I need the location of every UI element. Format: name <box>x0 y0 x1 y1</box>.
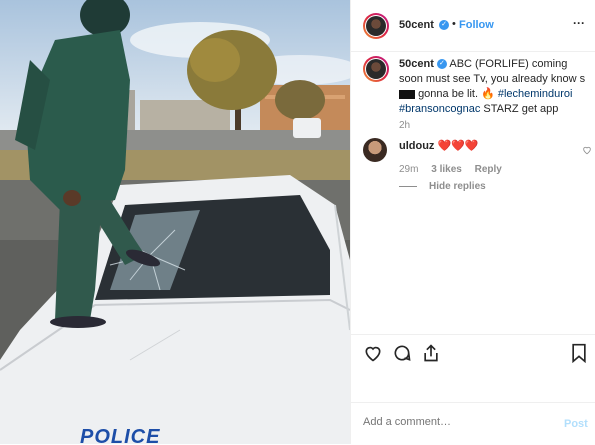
hashtag-link[interactable]: #bransoncognac <box>399 103 480 115</box>
post-header: 50cent ✓ • Follow ··· <box>351 0 595 52</box>
follow-button[interactable]: Follow <box>459 19 494 31</box>
post-image <box>0 0 350 444</box>
post-button[interactable]: Post <box>564 418 588 430</box>
fire-emoji: 🔥 <box>481 88 495 100</box>
more-icon[interactable]: ··· <box>573 16 585 30</box>
post-username[interactable]: 50cent <box>399 19 434 31</box>
post-photo[interactable]: POLICE <box>0 0 350 444</box>
verified-icon: ✓ <box>436 59 447 70</box>
heart-icon[interactable] <box>582 145 592 155</box>
replies-divider <box>399 186 417 187</box>
hide-replies-button[interactable]: Hide replies <box>429 181 486 192</box>
action-bar <box>351 334 595 369</box>
comment-username[interactable]: uldouz <box>399 140 434 152</box>
comment-composer: Post <box>351 402 595 445</box>
redaction-bar <box>399 89 415 99</box>
heart-icon[interactable] <box>363 343 383 363</box>
reply-button[interactable]: Reply <box>475 164 502 175</box>
caption-text-3: STARZ get app <box>483 103 559 115</box>
caption-timestamp[interactable]: 2h <box>399 120 410 131</box>
comment-meta: 29m 3 likes Reply <box>399 164 502 175</box>
commenter-avatar[interactable] <box>363 138 387 162</box>
comment-timestamp[interactable]: 29m <box>399 164 418 175</box>
heart-emojis: ❤️❤️❤️ <box>437 140 479 152</box>
comment-likes[interactable]: 3 likes <box>431 164 462 175</box>
dot-separator: • <box>452 18 456 30</box>
post-sidebar: 50cent ✓ • Follow ··· 50cent ✓ ABC (FORL… <box>350 0 595 444</box>
caption-avatar-image <box>366 59 386 79</box>
caption-text-2: gonna be lit. <box>418 88 478 100</box>
comment-icon[interactable] <box>392 343 412 363</box>
comment-input[interactable] <box>363 416 543 428</box>
police-lettering: POLICE <box>80 426 161 444</box>
post-caption: 50cent ✓ ABC (FORLIFE) coming soon must … <box>399 57 589 117</box>
caption-username[interactable]: 50cent <box>399 58 434 70</box>
share-icon[interactable] <box>421 343 441 363</box>
hashtag-link[interactable]: #lecheminduroi <box>498 88 573 100</box>
comment-body: uldouz ❤️❤️❤️ <box>399 139 479 152</box>
bookmark-icon[interactable] <box>570 343 588 363</box>
verified-icon: ✓ <box>439 20 449 30</box>
avatar-image <box>366 16 386 36</box>
